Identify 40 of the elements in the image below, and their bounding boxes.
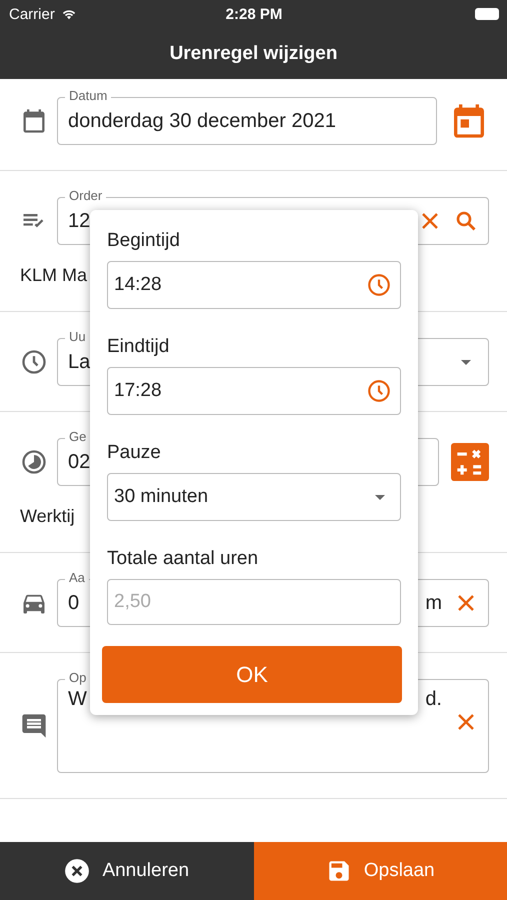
field-value: 0 <box>68 592 80 614</box>
field-value: m <box>425 592 442 614</box>
field-label: Uu <box>65 329 90 344</box>
field-value: W <box>68 688 87 711</box>
status-time: 2:28 PM <box>226 6 282 22</box>
cancel-icon <box>64 858 90 884</box>
field-label: Pauze <box>107 442 162 464</box>
carrier-label: Carrier <box>9 6 55 22</box>
field-label: Eindtijd <box>107 336 170 358</box>
field-value: donderdag 30 december 2021 <box>68 110 336 132</box>
clock-icon <box>20 348 48 376</box>
screen-title: Urenregel wijzigen <box>170 42 338 64</box>
field-label: Op <box>65 670 90 685</box>
input-field[interactable]: 17:28 <box>107 367 401 416</box>
clock-icon[interactable] <box>366 378 392 404</box>
info-text: Werktij <box>20 506 75 527</box>
cancel-button[interactable]: Annuleren <box>0 842 254 900</box>
field-value: 14:28 <box>114 274 162 296</box>
field-label: Ge <box>65 429 90 444</box>
field-label: Aa <box>65 570 89 585</box>
calculator-button[interactable] <box>451 443 489 481</box>
field-label: Totale aantal uren <box>107 548 260 570</box>
field-value: La <box>68 350 90 374</box>
field-value: 30 minuten <box>114 486 208 508</box>
pie-icon <box>20 448 48 476</box>
field-value: 12 <box>68 210 90 232</box>
dropdown-field[interactable]: 30 minuten <box>107 473 401 522</box>
field-label: Begintijd <box>107 230 181 252</box>
field-value: d. <box>425 688 442 711</box>
input-field[interactable]: 14:28 <box>107 261 401 310</box>
field-label: Datum <box>65 88 112 103</box>
input-field[interactable]: 2,50 <box>107 579 401 626</box>
field-value: 02 <box>68 450 90 474</box>
info-text: KLM Ma <box>20 265 88 286</box>
field-label: Order <box>65 188 106 203</box>
comment-icon <box>20 712 48 740</box>
clock-icon[interactable] <box>366 272 392 298</box>
field-value: 17:28 <box>114 380 162 402</box>
battery-icon <box>474 8 499 20</box>
search-icon[interactable] <box>454 209 478 233</box>
